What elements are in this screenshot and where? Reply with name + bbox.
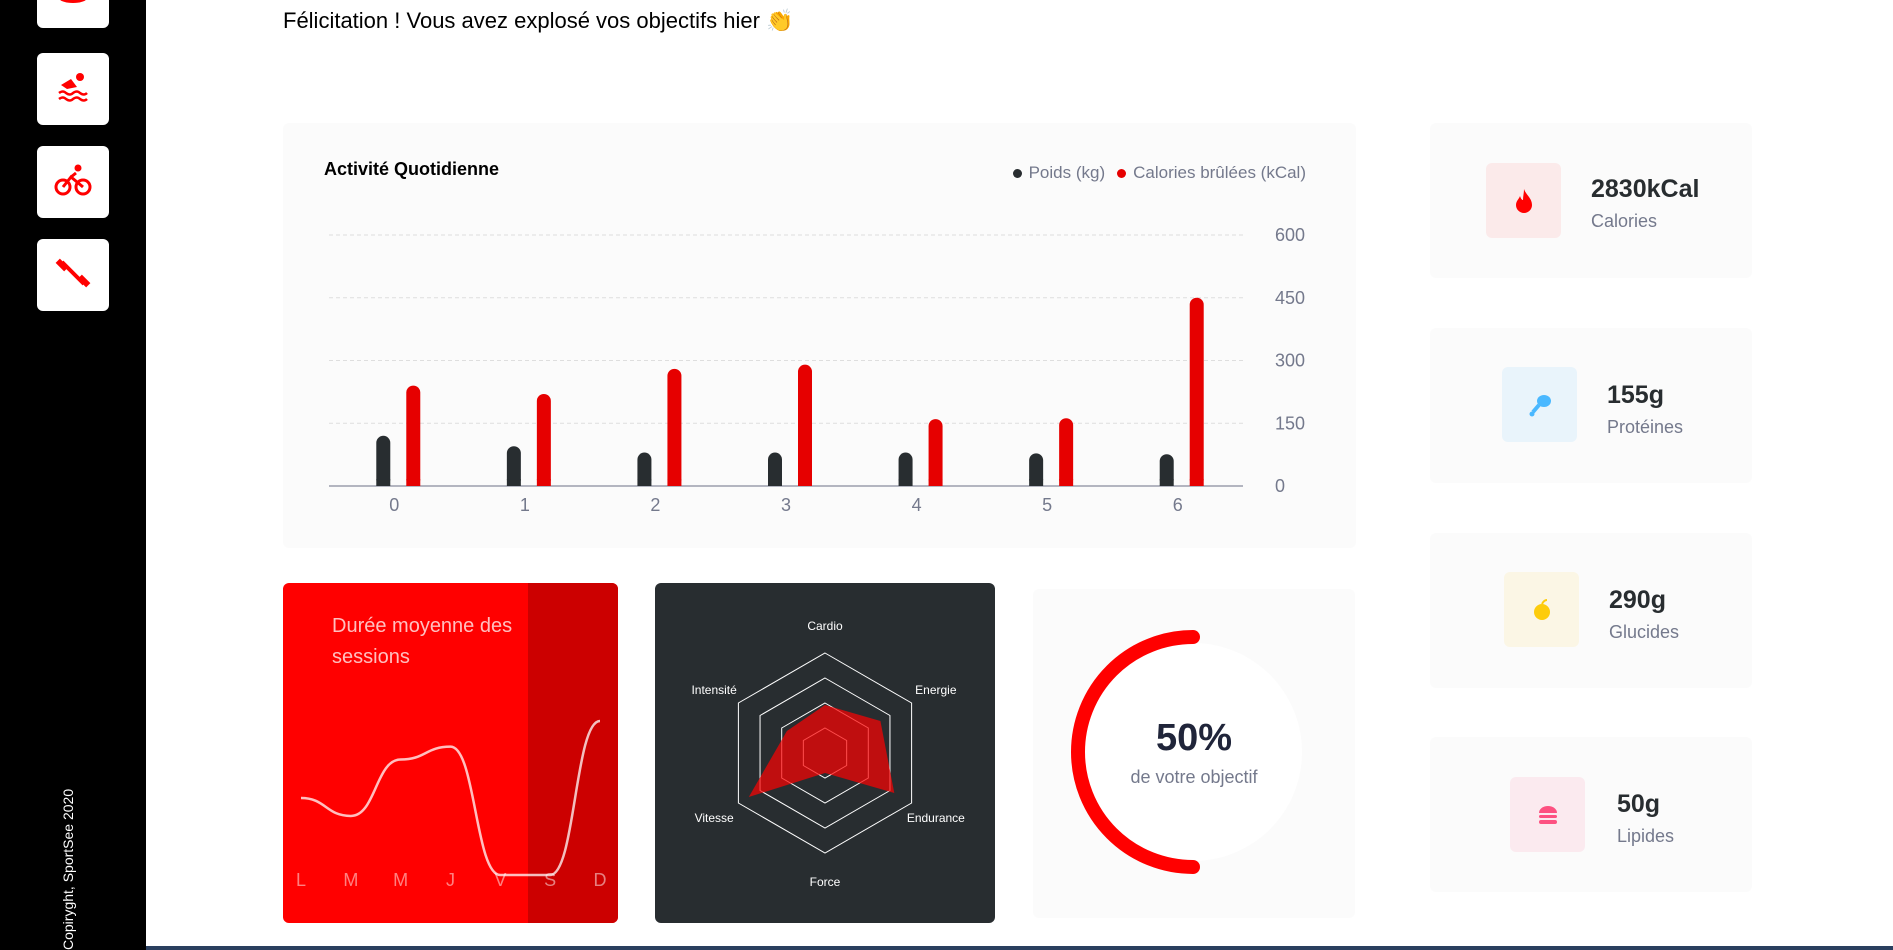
radar-area — [748, 705, 895, 797]
key-card-lipids: 50g Lipides — [1430, 737, 1752, 892]
x-tick-label: 0 — [389, 495, 399, 515]
bar-base — [768, 479, 782, 486]
y-tick-label: 600 — [1275, 225, 1305, 245]
y-tick-label: 450 — [1275, 288, 1305, 308]
bar-base — [536, 479, 551, 486]
flame-icon — [1486, 163, 1561, 238]
yoga-icon — [53, 0, 93, 15]
day-label: J — [446, 870, 455, 890]
radar-axis-label: Vitesse — [695, 811, 734, 825]
bar-base — [1059, 479, 1074, 486]
copyright: Copiryght, SportSee 2020 — [60, 710, 76, 950]
duration-chart: Durée moyenne des sessions LMMJVSD — [283, 583, 618, 923]
score-value: 50% — [1155, 717, 1233, 759]
activity-chart: Activité Quotidienne Poids (kg) Calories… — [283, 123, 1356, 548]
bottom-border — [146, 946, 1893, 950]
bar-base — [798, 479, 812, 486]
copyright-text: Copiryght, SportSee 2020 — [60, 788, 76, 950]
duration-svg: LMMJVSD — [296, 719, 607, 890]
bar-base — [898, 479, 913, 486]
dumbbell-icon — [53, 253, 93, 298]
bar-calories — [536, 393, 551, 486]
duration-line — [300, 719, 601, 877]
day-label: M — [343, 870, 358, 890]
bar-calories — [667, 368, 682, 486]
proteins-value: 155g — [1607, 381, 1664, 409]
radar-axis-label: Force — [810, 875, 841, 889]
x-tick-label: 6 — [1173, 495, 1183, 515]
day-label: V — [494, 870, 506, 890]
key-card-calories: 2830kCal Calories — [1430, 123, 1752, 278]
radar-axis-label: Energie — [915, 683, 957, 697]
x-tick-label: 2 — [650, 495, 660, 515]
bar-calories — [406, 385, 421, 486]
bar-base — [1159, 479, 1174, 486]
sidebar-item-bodybuilding[interactable] — [37, 239, 109, 311]
bar-base — [1189, 479, 1204, 486]
sidebar: Copiryght, SportSee 2020 — [0, 0, 146, 950]
day-label: M — [393, 870, 408, 890]
lipids-value: 50g — [1617, 790, 1661, 818]
radar-axis-label: Endurance — [907, 811, 965, 825]
bar-calories — [1189, 297, 1204, 486]
lipids-label: Lipides — [1617, 826, 1675, 846]
sidebar-item-swimming[interactable] — [37, 53, 109, 125]
calories-label: Calories — [1591, 211, 1658, 231]
bar-base — [1029, 479, 1044, 486]
y-tick-label: 300 — [1275, 351, 1305, 371]
key-card-carbs: 290g Glucides — [1430, 533, 1752, 688]
day-label: S — [544, 870, 556, 890]
x-tick-label: 4 — [912, 495, 922, 515]
bar-base — [376, 479, 391, 486]
swimming-icon — [53, 67, 93, 112]
calories-value: 2830kCal — [1591, 175, 1700, 203]
bar-calories — [1059, 418, 1074, 486]
performance-radar: Cardio Energie Endurance Force Vitesse Intens… — [655, 583, 995, 923]
y-tick-label: 0 — [1275, 476, 1285, 496]
apple-icon — [1504, 572, 1579, 647]
chicken-leg-icon — [1502, 367, 1577, 442]
sidebar-item-yoga[interactable] — [37, 0, 109, 28]
greeting: Félicitation ! Vous avez explosé vos obj… — [283, 8, 794, 33]
proteins-label: Protéines — [1607, 417, 1684, 437]
bar-base — [406, 479, 421, 486]
bar-base — [637, 479, 652, 486]
radar-axis-label: Cardio — [807, 619, 843, 633]
burger-icon — [1510, 777, 1585, 852]
radar-svg: Cardio Energie Endurance Force Vitesse Intens… — [691, 619, 965, 889]
carbs-label: Glucides — [1609, 622, 1680, 642]
radar-axis-label: Intensité — [691, 683, 737, 697]
bar-base — [928, 479, 943, 486]
score-label: de votre objectif — [1130, 767, 1258, 787]
x-tick-label: 3 — [781, 495, 791, 515]
x-tick-label: 5 — [1042, 495, 1052, 515]
bar-calories — [798, 364, 812, 486]
bar-base — [506, 479, 521, 486]
y-tick-label: 150 — [1275, 413, 1305, 433]
bar-weight — [376, 435, 391, 486]
day-label: L — [296, 870, 306, 890]
bar-base — [667, 479, 682, 486]
key-card-proteins: 155g Protéines — [1430, 328, 1752, 483]
day-label: D — [594, 870, 607, 890]
sidebar-item-cycling[interactable] — [37, 146, 109, 218]
bar-calories — [928, 419, 943, 486]
x-tick-label: 1 — [520, 495, 530, 515]
activity-svg: 0 150 300 450 600 0 1 2 3 4 5 6 — [329, 225, 1305, 515]
carbs-value: 290g — [1609, 586, 1666, 614]
cycling-icon — [53, 160, 93, 205]
score-chart: 50% de votre objectif — [1033, 589, 1355, 918]
